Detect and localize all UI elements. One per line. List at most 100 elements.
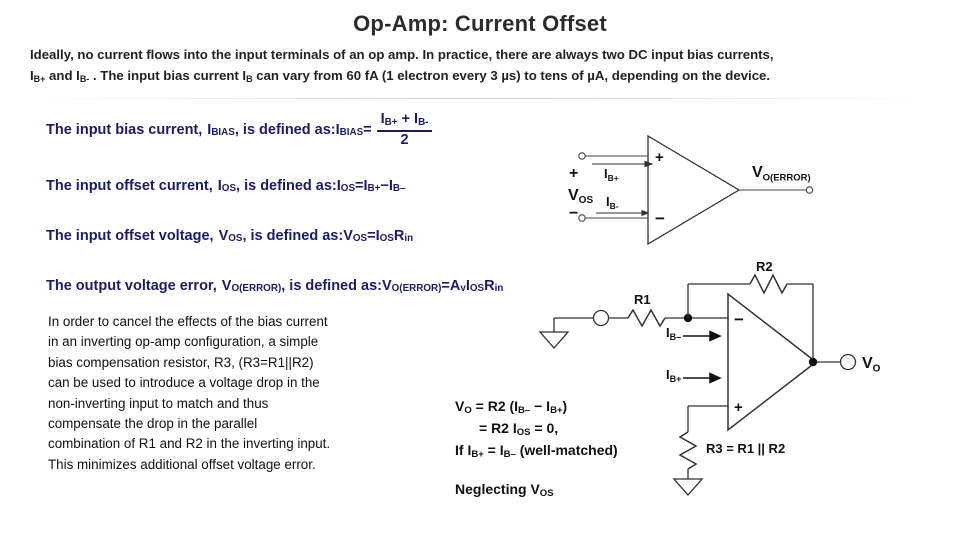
vos-lead: The input offset voltage, bbox=[46, 227, 214, 244]
body-line-7: combination of R1 and R2 in the invertin… bbox=[48, 436, 331, 452]
num-a-sub: B+ bbox=[384, 117, 398, 129]
label-r3: R3 = R1 || R2 bbox=[706, 441, 785, 456]
ibias-symbol-sub: BIAS bbox=[211, 127, 235, 139]
vos-rhs: V bbox=[343, 227, 353, 244]
intro-tail: can vary from 60 fA (1 electron every 3 … bbox=[252, 68, 771, 84]
resistor-r2 bbox=[749, 273, 788, 295]
eq3-ibp-sub: B+ bbox=[471, 448, 484, 460]
intro-and: and I bbox=[45, 68, 80, 84]
label-opamp-plus-bottom: + bbox=[734, 399, 743, 416]
label-output-voerror: VO(ERROR) bbox=[752, 164, 811, 184]
terminal-output-circle-bottom bbox=[839, 353, 857, 371]
label-ib-plus-bottom: IB+ bbox=[666, 367, 681, 384]
label-r1: R1 bbox=[634, 292, 651, 307]
voerror-rhs-sub: O(ERROR) bbox=[391, 283, 442, 295]
label-vos: VOS bbox=[568, 187, 593, 206]
ios-t1-sub: B+ bbox=[367, 183, 381, 195]
page-title: Op-Amp: Current Offset bbox=[353, 11, 607, 36]
body-line-5: non-inverting input to match and thus bbox=[48, 395, 269, 411]
voerror-symbol: V bbox=[221, 277, 232, 294]
ios-minus: − bbox=[380, 177, 389, 194]
label-source-minus: − bbox=[569, 205, 578, 222]
label-opamp-minus-top: − bbox=[655, 209, 665, 228]
body-line-8: This minimizes additional offset voltage… bbox=[48, 456, 316, 472]
label-opamp-plus-top: + bbox=[655, 149, 664, 166]
terminal-output-circle bbox=[805, 186, 814, 194]
label-source-plus: + bbox=[569, 165, 578, 182]
ibias-denominator: 2 bbox=[400, 131, 409, 148]
voerror-t3: R bbox=[484, 277, 495, 294]
definition-ios: The input offset current, I OS, is define… bbox=[46, 174, 616, 198]
voerror-t3-sub: in bbox=[494, 283, 504, 295]
ios-mid: , is defined as: bbox=[236, 177, 337, 194]
eq3-if: If I bbox=[455, 441, 472, 458]
voerror-rhs: V bbox=[381, 277, 392, 294]
arrow-ibminus-head-b bbox=[709, 330, 722, 342]
intro-mid: . The input bias current I bbox=[89, 68, 247, 84]
voerror-equals: = bbox=[441, 277, 450, 294]
ibias-fraction: IB+ + IB- 2 bbox=[376, 111, 433, 148]
eq3-eq: = I bbox=[483, 441, 504, 458]
ground-symbol-input bbox=[538, 331, 570, 349]
vos-symbol: V bbox=[218, 227, 229, 244]
body-line-1: In order to cancel the effects of the bi… bbox=[48, 314, 328, 329]
label-opamp-minus-bottom: − bbox=[734, 310, 744, 329]
intro-paragraph: Ideally, no current flows into the input… bbox=[30, 44, 935, 87]
body-paragraph: In order to cancel the effects of the bi… bbox=[48, 312, 420, 475]
current-arrows-bottom bbox=[683, 330, 722, 384]
voerror-t1: A bbox=[449, 277, 461, 294]
vos-t2: R bbox=[393, 227, 405, 244]
terminal-minus-circle bbox=[578, 214, 586, 222]
voerror-symbol-sub: O(ERROR) bbox=[231, 283, 282, 295]
eq1-vo-sub: O bbox=[464, 405, 472, 417]
ios-symbol-sub: OS bbox=[221, 183, 237, 195]
ground-symbol-r3 bbox=[672, 478, 704, 496]
resistor-r3 bbox=[678, 431, 698, 470]
label-vo-bottom: VO bbox=[862, 355, 881, 375]
ios-equals: = bbox=[355, 177, 364, 194]
arrow-ibplus-head-b bbox=[709, 372, 722, 384]
voerror-mid: , is defined as: bbox=[281, 277, 382, 294]
eq1-vo: V bbox=[455, 398, 465, 414]
vos-t2-sub: in bbox=[404, 233, 414, 245]
ios-t2-sub: B– bbox=[392, 183, 406, 195]
intro-ib-minus-sub: B- bbox=[79, 74, 90, 85]
ibias-equals: = bbox=[363, 121, 372, 138]
ios-rhs-sub: OS bbox=[340, 183, 356, 195]
eq3-ibm-sub: B– bbox=[503, 448, 516, 460]
current-arrows-top bbox=[592, 160, 654, 217]
body-line-3: bias compensation resistor, R3, (R3=R1||… bbox=[48, 354, 314, 370]
ibias-rhs-sub: BIAS bbox=[339, 127, 364, 139]
eq2-lead: = R2 I bbox=[479, 419, 517, 436]
num-plus: + bbox=[397, 111, 415, 127]
voerror-lead: The output voltage error, bbox=[46, 277, 217, 294]
junction-dot-output bbox=[808, 357, 818, 367]
definition-ibias: The input bias current, I BIAS, is define… bbox=[46, 111, 616, 148]
body-line-6: compensate the drop in the parallel bbox=[48, 415, 258, 431]
num-b-sub: B- bbox=[418, 117, 429, 129]
arrow-ibminus-head bbox=[641, 209, 650, 217]
voerror-t2-sub: OS bbox=[469, 283, 485, 295]
label-r2: R2 bbox=[756, 259, 773, 274]
diagram-inverting-bias-compensation: R1 R2 R3 = R1 || R2 IB– IB+ − + VO bbox=[538, 259, 881, 496]
intro-divider bbox=[30, 98, 935, 99]
intro-line-2: IB+ and IB- . The input bias current IB … bbox=[30, 65, 935, 86]
diagram-opamp-error-model: + VOS − IB+ IB- + − VO(ERROR) bbox=[568, 134, 814, 246]
terminal-input-circle bbox=[592, 309, 610, 327]
resistor-r1 bbox=[627, 308, 666, 328]
vos-mid: , is defined as: bbox=[242, 227, 344, 244]
ibias-lead: The input bias current, bbox=[46, 121, 203, 138]
vos-t1-sub: OS bbox=[379, 233, 394, 245]
vos-equals: = bbox=[367, 227, 376, 244]
body-line-2: in an inverting op-amp configuration, a … bbox=[48, 334, 319, 350]
vos-rhs-sub: OS bbox=[352, 233, 368, 245]
body-line-4: can be used to introduce a voltage drop … bbox=[48, 375, 320, 391]
definition-vos: The input offset voltage, V OS, is define… bbox=[46, 224, 616, 248]
slide-canvas: Op-Amp: Current Offset Ideally, no curre… bbox=[0, 0, 960, 540]
ibias-mid: , is defined as: bbox=[234, 121, 336, 138]
ibias-numerator: IB+ + IB- bbox=[377, 111, 433, 130]
terminal-plus-circle bbox=[578, 152, 586, 160]
intro-ib-plus-sub: B+ bbox=[33, 74, 46, 85]
label-ib-minus-bottom: IB– bbox=[666, 325, 681, 342]
eq1-mid: = R2 (I bbox=[471, 398, 519, 414]
